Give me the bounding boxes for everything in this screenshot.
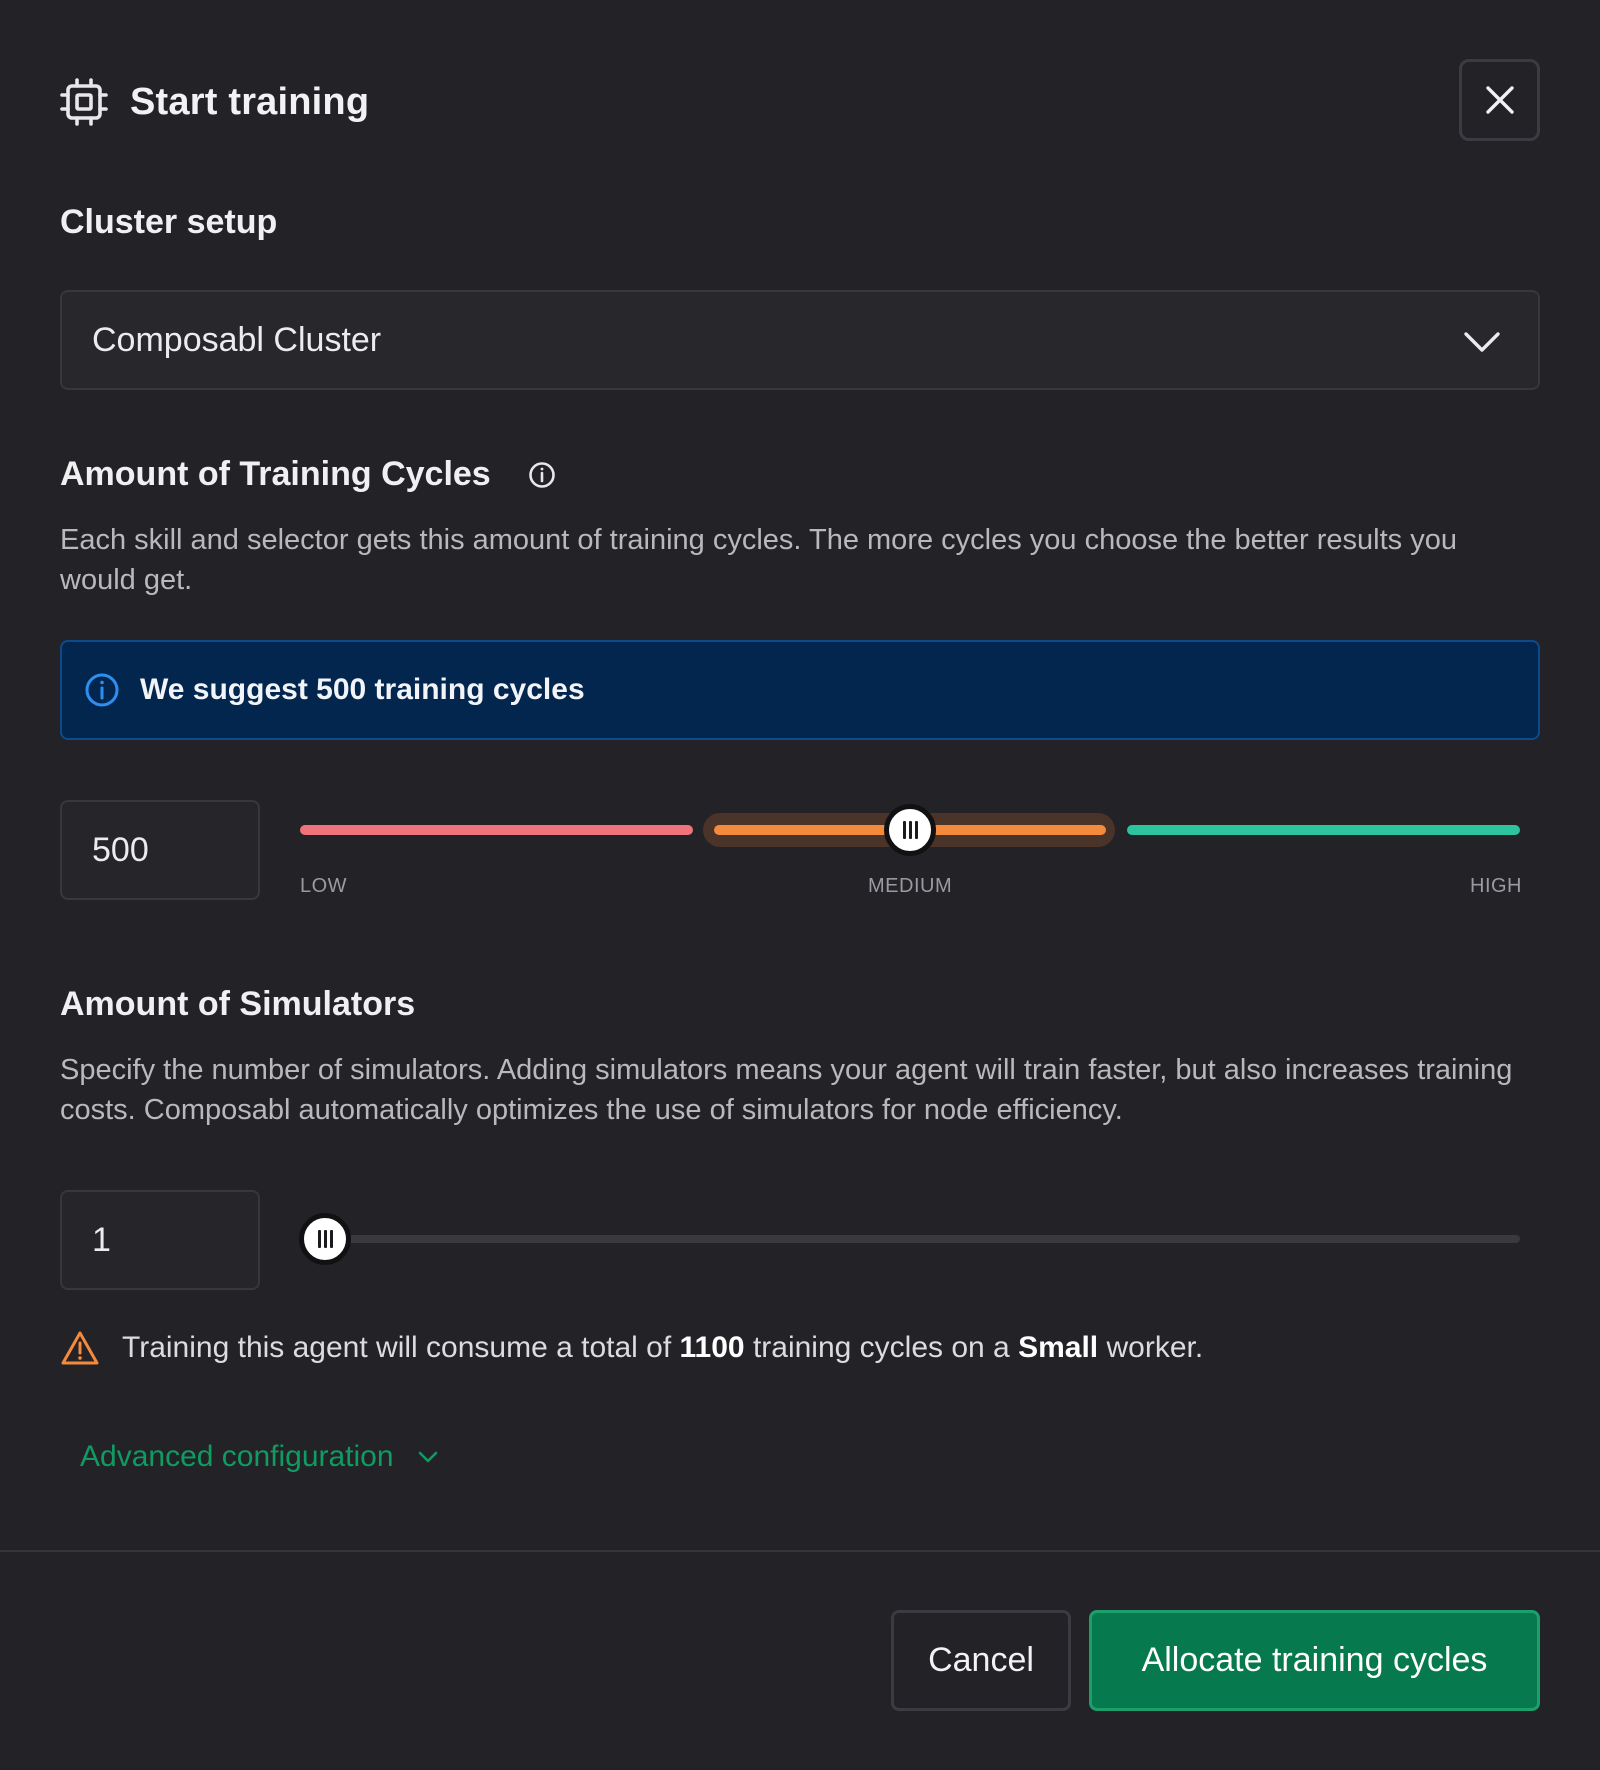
footer-divider	[0, 1550, 1600, 1552]
consumption-warning: Training this agent will consume a total…	[60, 1330, 1203, 1366]
slider-segment-high[interactable]	[1127, 825, 1520, 835]
suggestion-banner: We suggest 500 training cycles	[60, 640, 1540, 740]
advanced-configuration-label: Advanced configuration	[80, 1440, 394, 1473]
simulators-slider-thumb[interactable]	[299, 1213, 351, 1265]
cancel-button[interactable]: Cancel	[891, 1610, 1071, 1711]
training-cycles-slider-thumb[interactable]	[884, 804, 936, 856]
slider-label-low: LOW	[300, 875, 348, 897]
allocate-training-cycles-button[interactable]: Allocate training cycles	[1089, 1610, 1540, 1711]
simulators-input[interactable]: 1	[60, 1190, 260, 1290]
warning-suffix: worker.	[1098, 1331, 1204, 1364]
grip-icon	[902, 821, 918, 839]
warning-text: Training this agent will consume a total…	[122, 1331, 1203, 1365]
info-icon[interactable]	[528, 461, 556, 489]
cluster-setup-heading: Cluster setup	[60, 203, 278, 241]
close-button[interactable]	[1459, 59, 1540, 141]
slider-label-medium: MEDIUM	[868, 875, 953, 897]
simulators-description: Specify the number of simulators. Adding…	[60, 1054, 1513, 1126]
cpu-chip-icon	[60, 78, 108, 126]
advanced-configuration-toggle[interactable]: Advanced configuration	[80, 1440, 440, 1474]
training-cycles-input[interactable]: 500	[60, 800, 260, 900]
chevron-down-icon	[1464, 332, 1500, 352]
chevron-down-icon	[418, 1451, 437, 1463]
slider-segment-low[interactable]	[300, 825, 693, 835]
cluster-select[interactable]: Composabl Cluster	[60, 290, 1540, 390]
warning-triangle-icon	[61, 1331, 99, 1365]
info-circle-icon	[85, 673, 119, 707]
close-icon	[1485, 86, 1514, 114]
slider-label-high: HIGH	[1470, 875, 1522, 897]
simulators-slider-track[interactable]	[325, 1235, 1520, 1243]
grip-icon	[317, 1230, 333, 1248]
start-training-modal: Start training Cluster setup Composabl C…	[0, 0, 1600, 1770]
cluster-select-value: Composabl Cluster	[92, 320, 382, 359]
warning-prefix: Training this agent will consume a total…	[122, 1331, 680, 1364]
warning-total: 1100	[679, 1331, 745, 1364]
warning-worker: Small	[1018, 1331, 1099, 1364]
warning-middle: training cycles on a	[744, 1331, 1019, 1364]
simulators-heading: Amount of Simulators	[60, 985, 416, 1023]
suggestion-text: We suggest 500 training cycles	[140, 673, 585, 706]
modal-header: Start training	[60, 72, 369, 132]
modal-title: Start training	[130, 80, 370, 123]
training-cycles-description: Each skill and selector gets this amount…	[60, 524, 1457, 596]
training-cycles-heading: Amount of Training Cycles	[60, 455, 491, 493]
